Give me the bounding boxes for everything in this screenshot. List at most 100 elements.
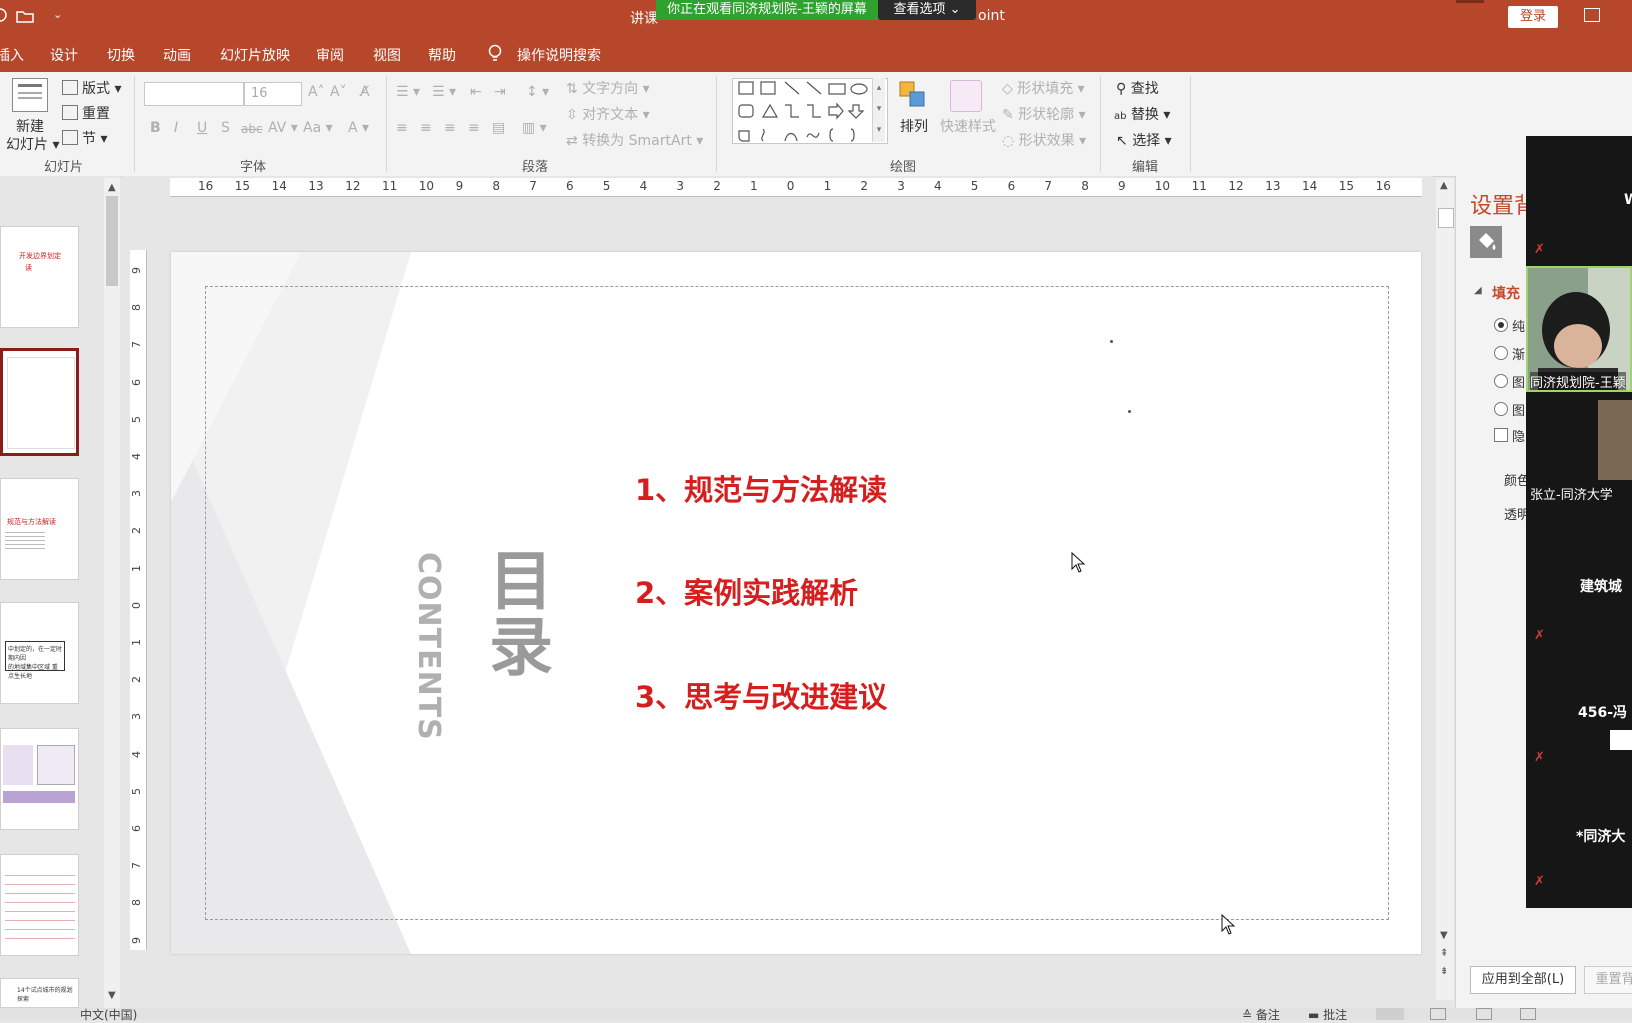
ruler-tick-label: 13 xyxy=(308,179,324,193)
language-indicator[interactable]: 中文(中国) xyxy=(80,1006,137,1023)
tab-animations[interactable]: 动画 xyxy=(163,45,191,65)
align-left-icon[interactable]: ≡ xyxy=(396,120,408,136)
align-center-icon[interactable]: ≡ xyxy=(420,120,432,136)
group-separator xyxy=(716,76,717,172)
fill-category-icon[interactable] xyxy=(1470,226,1502,258)
prev-slide-icon[interactable]: ⇞ xyxy=(1440,948,1448,959)
shapes-gallery[interactable] xyxy=(732,78,888,144)
bold-icon[interactable]: B xyxy=(150,120,161,136)
radio-pattern-fill[interactable] xyxy=(1494,402,1508,416)
change-case-icon[interactable]: Aa ▾ xyxy=(303,120,333,136)
apply-to-all-button[interactable]: 应用到全部(L) xyxy=(1470,966,1576,994)
notes-button[interactable]: ≙ 备注 xyxy=(1242,1006,1280,1023)
new-slide-label[interactable]: 新建 xyxy=(16,116,44,136)
tab-design[interactable]: 设计 xyxy=(50,45,78,65)
slideshow-view-icon[interactable] xyxy=(1520,1008,1536,1020)
font-size-input[interactable]: 16 xyxy=(244,82,302,106)
thumbnail-scrollbar[interactable]: ▲ ▼ xyxy=(104,178,120,1008)
view-options-button[interactable]: 查看选项 ⌄ xyxy=(878,0,976,20)
section-button[interactable]: 节 ▾ xyxy=(82,128,107,148)
text-direction-button[interactable]: ⇅ 文字方向 ▾ xyxy=(566,78,650,98)
tab-insert[interactable]: 插入 xyxy=(0,45,24,65)
strikethrough-icon[interactable]: abc xyxy=(241,122,263,136)
tab-transitions[interactable]: 切换 xyxy=(107,45,135,65)
reset-background-button[interactable]: 重置背 xyxy=(1584,966,1632,994)
shape-outline-button[interactable]: ✎ 形状轮廓 ▾ xyxy=(1002,104,1086,124)
shape-effects-button[interactable]: ◌ 形状效果 ▾ xyxy=(1002,130,1086,150)
shrink-font-icon[interactable]: A˅ xyxy=(330,84,347,100)
align-right-icon[interactable]: ≡ xyxy=(444,120,456,136)
normal-view-icon[interactable] xyxy=(1376,1008,1404,1020)
ruler-tick-label: 3 xyxy=(130,490,143,498)
canvas-scrollbar[interactable]: ▲ ▼ ⇞ ⇟ xyxy=(1436,178,1454,1000)
bullets-icon[interactable]: ☰ ▾ xyxy=(396,84,420,100)
tab-review[interactable]: 审阅 xyxy=(316,45,344,65)
tab-slideshow[interactable]: 幻灯片放映 xyxy=(220,45,290,65)
radio-picture-fill[interactable] xyxy=(1494,374,1508,388)
numbering-icon[interactable]: ☰ ▾ xyxy=(432,84,456,100)
slide-thumbnail[interactable]: 规范与方法解读 xyxy=(0,478,79,580)
quick-access-fragment-icon[interactable] xyxy=(0,6,10,24)
reset-button[interactable]: 重置 xyxy=(82,103,110,123)
scroll-thumb[interactable] xyxy=(1438,208,1454,228)
next-slide-icon[interactable]: ⇟ xyxy=(1440,966,1448,977)
tab-help[interactable]: 帮助 xyxy=(428,45,456,65)
collapse-icon[interactable]: ◢ xyxy=(1474,285,1482,296)
shadow-icon[interactable]: S xyxy=(221,120,230,136)
ruler-tick-label: 2 xyxy=(130,527,143,535)
grow-font-icon[interactable]: A˄ xyxy=(308,84,325,100)
char-spacing-icon[interactable]: AV ▾ xyxy=(268,120,298,136)
slide-thumbnail[interactable]: 14个试点城市的规划探索 xyxy=(0,978,79,1008)
slide-thumbnail[interactable] xyxy=(0,728,79,830)
underline-icon[interactable]: U xyxy=(197,120,207,136)
new-slide-icon[interactable] xyxy=(12,78,48,112)
radio-gradient-fill[interactable] xyxy=(1494,346,1508,360)
scroll-up-icon[interactable]: ▲ xyxy=(108,182,116,193)
scroll-down-icon[interactable]: ▼ xyxy=(1440,930,1448,941)
thumb-text: 规范与方法解读 xyxy=(7,518,56,526)
login-button[interactable]: 登录 xyxy=(1508,6,1558,28)
line-spacing-icon[interactable]: ↕ ▾ xyxy=(526,84,549,100)
replace-button[interactable]: ab 替换 ▾ xyxy=(1114,104,1170,124)
slide-thumbnail[interactable]: 开发边界划定 读 xyxy=(0,226,79,328)
convert-smartart-button[interactable]: ⇄ 转换为 SmartArt ▾ xyxy=(566,130,703,150)
scroll-up-icon[interactable]: ▲ xyxy=(1440,180,1448,191)
slide-thumbnail[interactable] xyxy=(0,854,79,956)
increase-indent-icon[interactable]: ⇥ xyxy=(494,84,506,100)
tab-view[interactable]: 视图 xyxy=(373,45,401,65)
arrange-button[interactable]: 排列 xyxy=(900,116,928,136)
fill-section-header[interactable]: 填充 xyxy=(1492,283,1520,303)
layout-button[interactable]: 版式 ▾ xyxy=(82,78,121,98)
open-folder-icon[interactable] xyxy=(16,9,34,27)
group-label-font: 字体 xyxy=(240,160,267,175)
reading-view-icon[interactable] xyxy=(1476,1008,1492,1020)
align-text-button[interactable]: ⇳ 对齐文本 ▾ xyxy=(566,104,650,124)
comments-button[interactable]: ▬ 批注 xyxy=(1308,1006,1347,1023)
clear-format-icon[interactable]: A̸ xyxy=(360,84,370,100)
slide[interactable]: CONTENTS 目录 1、规范与方法解读 2、案例实践解析 3、思考与改进建议 xyxy=(171,252,1421,954)
find-button[interactable]: ⚲ 查找 xyxy=(1116,78,1159,98)
distributed-icon[interactable]: ▤ xyxy=(492,120,505,136)
quick-styles-button[interactable]: 快速样式 xyxy=(940,116,996,136)
tell-me-search[interactable]: 操作说明搜索 xyxy=(517,45,601,65)
new-slide-dropdown[interactable]: 幻灯片 ▾ xyxy=(6,134,59,154)
video-tile-active[interactable]: 同济规划院-王颖 xyxy=(1526,266,1632,392)
select-button[interactable]: ↖ 选择 ▾ xyxy=(1116,130,1172,150)
slide-thumbnail[interactable]: 中划定的，在一定时期内因 的地域集中区域 重点生长地 xyxy=(0,602,79,704)
justify-icon[interactable]: ≡ xyxy=(468,120,480,136)
slide-sorter-icon[interactable] xyxy=(1430,1008,1446,1020)
columns-icon[interactable]: ▥ ▾ xyxy=(522,120,547,136)
shapes-gallery-scroll[interactable]: ▴ ▾ ▾ xyxy=(872,78,885,142)
shape-fill-button[interactable]: ◇ 形状填充 ▾ xyxy=(1002,78,1085,98)
scroll-down-icon[interactable]: ▼ xyxy=(108,990,116,1001)
customize-qat-icon[interactable]: ⌄ xyxy=(53,8,62,21)
slide-thumbnail-selected[interactable] xyxy=(0,348,79,456)
hide-graphics-checkbox[interactable] xyxy=(1494,428,1508,442)
radio-solid-fill[interactable] xyxy=(1494,318,1508,332)
decrease-indent-icon[interactable]: ⇤ xyxy=(470,84,482,100)
font-name-input[interactable] xyxy=(144,82,244,106)
font-color-icon[interactable]: A ▾ xyxy=(348,120,369,136)
scroll-thumb[interactable] xyxy=(106,196,118,286)
italic-icon[interactable]: I xyxy=(174,120,178,136)
ribbon-display-options-icon[interactable] xyxy=(1584,8,1600,22)
